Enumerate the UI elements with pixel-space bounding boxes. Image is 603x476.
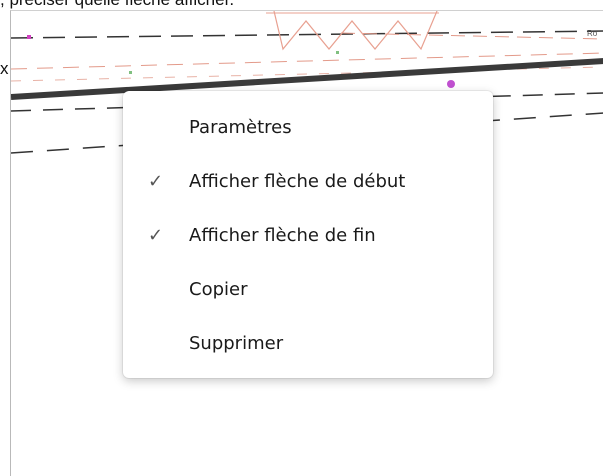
- context-menu: Paramètres ✓ Afficher flèche de début ✓ …: [123, 91, 493, 378]
- menu-item-label: Afficher flèche de fin: [189, 225, 376, 246]
- menu-item-copier[interactable]: Copier: [123, 263, 493, 317]
- road-label: Ro: [587, 29, 598, 38]
- menu-item-label: Copier: [189, 279, 248, 300]
- menu-item-parametres[interactable]: Paramètres: [123, 101, 493, 155]
- check-icon: ✓: [148, 171, 164, 192]
- marker-point-1: [27, 35, 31, 39]
- menu-item-label: Afficher flèche de début: [189, 171, 406, 192]
- menu-item-afficher-fleche-debut[interactable]: ✓ Afficher flèche de début: [123, 155, 493, 209]
- side-text: x: [0, 59, 9, 78]
- menu-item-label: Supprimer: [189, 333, 284, 354]
- marker-point-4: [129, 71, 132, 74]
- menu-item-supprimer[interactable]: Supprimer: [123, 317, 493, 371]
- menu-item-label: Paramètres: [189, 117, 292, 138]
- instruction-text: , préciser quelle flèche afficher.: [0, 0, 234, 10]
- zigzag-marking: [273, 11, 438, 51]
- menu-item-afficher-fleche-fin[interactable]: ✓ Afficher flèche de fin: [123, 209, 493, 263]
- marker-point-3: [336, 51, 339, 54]
- marker-point-2: [447, 80, 455, 88]
- top-dashed-line: [11, 30, 603, 39]
- check-icon: ✓: [148, 225, 164, 246]
